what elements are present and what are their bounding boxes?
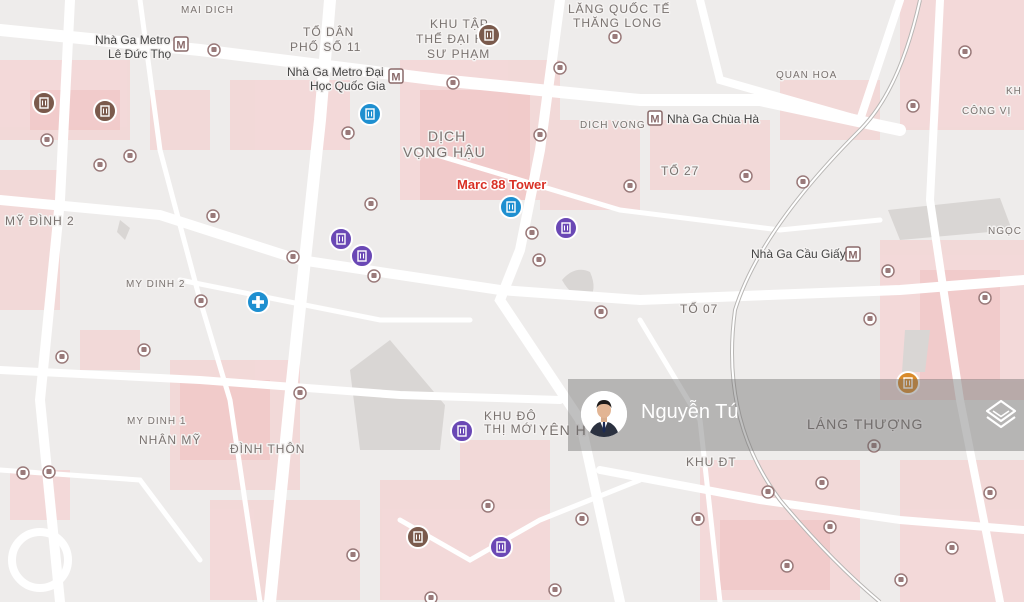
area-label: KHU ĐT bbox=[686, 455, 737, 469]
featured-place-label[interactable]: Marc 88 Tower bbox=[456, 176, 548, 194]
area-label: THỊ MỚI bbox=[484, 421, 537, 436]
station-label: Nhà Ga Metro bbox=[95, 33, 171, 47]
station-label: Nhà Ga Chùa Hà bbox=[667, 112, 759, 126]
area-label: MY DINH 2 bbox=[126, 279, 185, 290]
map-canvas[interactable]: MAI DICH TỔ DÂN PHỐ SỐ 11 KHU TẬP THỂ ĐẠ… bbox=[0, 0, 1024, 602]
area-label: DICH VONG bbox=[580, 120, 646, 131]
building-poi-icon[interactable] bbox=[329, 227, 353, 251]
agent-info-bar[interactable]: Nguyễn Tú bbox=[568, 379, 1024, 451]
metro-icon bbox=[388, 68, 404, 85]
area-label: DỊCH bbox=[428, 128, 466, 144]
building-poi-icon[interactable] bbox=[358, 102, 382, 126]
area-label: SƯ PHẠM bbox=[427, 47, 490, 61]
building-poi-icon[interactable] bbox=[350, 244, 374, 268]
building-poi-icon[interactable] bbox=[554, 216, 578, 240]
featured-building-icon[interactable] bbox=[499, 195, 523, 219]
metro-icon bbox=[845, 246, 861, 263]
area-label: TỔ DÂN bbox=[303, 24, 354, 39]
person-avatar-icon[interactable] bbox=[581, 391, 627, 437]
area-label: MY DINH 1 bbox=[127, 416, 186, 427]
area-label: CÔNG VỊ bbox=[962, 104, 1011, 117]
area-label: THỂ ĐẠI H bbox=[416, 31, 484, 46]
metro-icon bbox=[173, 36, 189, 53]
area-label: VỌNG HẬU bbox=[403, 144, 486, 160]
building-poi-icon[interactable] bbox=[32, 91, 56, 115]
building-poi-icon[interactable] bbox=[406, 525, 430, 549]
station-label: Học Quốc Gia bbox=[310, 79, 386, 93]
area-label: PHỐ SỐ 11 bbox=[290, 39, 361, 54]
station-label: Nhà Ga Metro Đại bbox=[287, 65, 384, 79]
building-poi-icon[interactable] bbox=[450, 419, 474, 443]
area-label: TỔ 27 bbox=[661, 163, 699, 178]
brand-logo-icon[interactable] bbox=[982, 397, 1020, 435]
area-label: KH bbox=[1006, 86, 1022, 97]
metro-icon bbox=[647, 110, 663, 127]
agent-name: Nguyễn Tú bbox=[641, 401, 739, 423]
building-poi-icon[interactable] bbox=[477, 23, 501, 47]
area-label: MAI DICH bbox=[181, 5, 234, 16]
area-label: QUAN HOA bbox=[776, 70, 837, 81]
area-label: ĐÌNH THÔN bbox=[230, 441, 305, 456]
area-label: KHU ĐÔ bbox=[484, 408, 537, 423]
area-label: NHÂN MỸ bbox=[139, 432, 201, 447]
area-label: MỸ ĐÌNH 2 bbox=[5, 213, 75, 228]
area-label: THĂNG LONG bbox=[573, 15, 662, 30]
station-label: Nhà Ga Cầu Giấy bbox=[751, 247, 846, 261]
hospital-icon[interactable] bbox=[246, 290, 270, 314]
area-label: TỔ 07 bbox=[680, 301, 718, 316]
metro-station-cau-giay[interactable]: Nhà Ga Cầu Giấy bbox=[750, 246, 861, 263]
area-label: LĂNG QUỐC TẾ bbox=[568, 1, 670, 16]
building-poi-icon[interactable] bbox=[93, 99, 117, 123]
building-poi-icon[interactable] bbox=[489, 535, 513, 559]
area-label: NGỌC KHÁN bbox=[988, 224, 1024, 237]
station-label: Lê Đức Thọ bbox=[108, 47, 172, 61]
